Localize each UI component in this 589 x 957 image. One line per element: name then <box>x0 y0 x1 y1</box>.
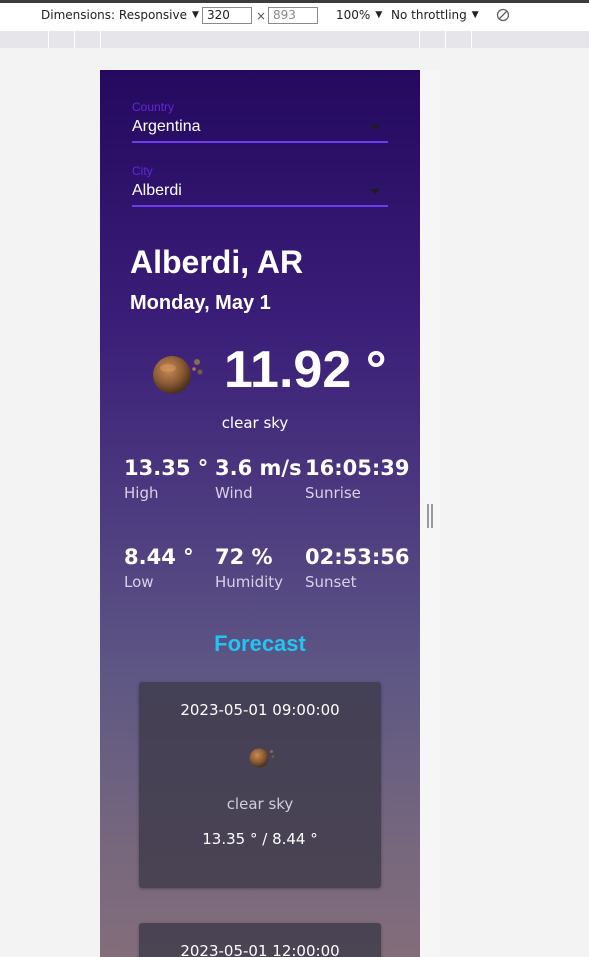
city-value-text: Alberdi <box>132 182 182 199</box>
stat-value: 3.6 m/s <box>215 456 302 480</box>
country-value-text: Argentina <box>132 118 201 135</box>
dropdown-arrow-icon <box>370 189 380 194</box>
weather-description: clear sky <box>221 414 289 432</box>
zoom-label: 100% <box>336 8 371 22</box>
height-input[interactable]: 893 <box>268 7 318 24</box>
stat-label: Sunrise <box>305 484 361 502</box>
resize-handle[interactable] <box>427 504 433 528</box>
city-label: City <box>132 164 153 178</box>
width-input[interactable]: 320 <box>202 7 252 24</box>
stat-wind: 3.6 m/s Wind <box>215 456 307 502</box>
dimensions-dropdown[interactable]: Dimensions: Responsive ▼ <box>41 8 199 22</box>
city-value[interactable]: Alberdi <box>132 181 388 207</box>
dropdown-arrow-icon <box>370 125 380 130</box>
stat-value: 13.35 ° <box>124 456 209 480</box>
stat-value: 8.44 ° <box>124 545 194 569</box>
stat-label: High <box>124 484 159 502</box>
chevron-down-icon: ▼ <box>375 10 383 20</box>
current-temperature: 11.92 ° <box>224 341 387 399</box>
forecast-card: 2023-05-01 12:00:00 <box>139 923 381 957</box>
media-query-ruler <box>0 31 589 48</box>
stat-label: Humidity <box>215 573 284 591</box>
ruler-tick <box>445 31 446 48</box>
stat-value: 72 % <box>215 545 273 569</box>
forecast-title: Forecast <box>214 631 306 656</box>
stat-sunset: 02:53:56 Sunset <box>305 545 410 591</box>
forecast-time: 2023-05-01 12:00:00 <box>180 942 340 957</box>
throttle-dropdown[interactable]: No throttling ▼ <box>391 8 479 22</box>
ruler-tick <box>471 31 472 48</box>
stat-high: 13.35 ° High <box>124 456 216 502</box>
dimensions-label: Dimensions: Responsive <box>41 8 187 22</box>
throttle-label: No throttling <box>391 8 467 22</box>
country-select[interactable]: Country Argentina <box>132 100 388 143</box>
moon-icon <box>249 748 275 768</box>
forecast-temps: 13.35 ° / 8.44 ° <box>202 830 318 848</box>
ruler-tick <box>74 31 75 48</box>
ruler-tick <box>100 31 101 48</box>
times-symbol: × <box>256 9 267 23</box>
forecast-card: 2023-05-01 09:00:00 clear sky 13.35 ° / … <box>139 682 381 888</box>
stat-low: 8.44 ° Low <box>124 545 216 591</box>
stat-label: Low <box>124 573 154 591</box>
chevron-down-icon: ▼ <box>471 10 479 20</box>
forecast-description: clear sky <box>226 795 294 813</box>
moon-icon <box>153 356 203 394</box>
chevron-down-icon: ▼ <box>191 10 199 20</box>
country-label: Country <box>132 100 175 114</box>
date-label: Monday, May 1 <box>130 292 271 314</box>
ruler-tick <box>419 31 420 48</box>
ruler-tick <box>48 31 49 48</box>
zoom-dropdown[interactable]: 100% ▼ <box>336 8 382 22</box>
stat-humidity: 72 % Humidity <box>215 545 307 591</box>
stat-sunrise: 16:05:39 Sunrise <box>305 456 410 502</box>
stat-value: 02:53:56 <box>305 545 410 569</box>
stat-label: Wind <box>215 484 253 502</box>
weather-app: Country Argentina City Alberdi Alberdi, … <box>100 70 420 957</box>
rotate-icon[interactable] <box>496 8 510 22</box>
country-value[interactable]: Argentina <box>132 117 388 143</box>
stat-value: 16:05:39 <box>305 456 410 480</box>
devtools-toolbar: Dimensions: Responsive ▼ 320 × 893 100% … <box>0 0 589 31</box>
location-title: Alberdi, AR <box>130 244 304 280</box>
forecast-time: 2023-05-01 09:00:00 <box>180 701 340 719</box>
stat-label: Sunset <box>305 573 357 591</box>
city-select[interactable]: City Alberdi <box>132 164 388 207</box>
